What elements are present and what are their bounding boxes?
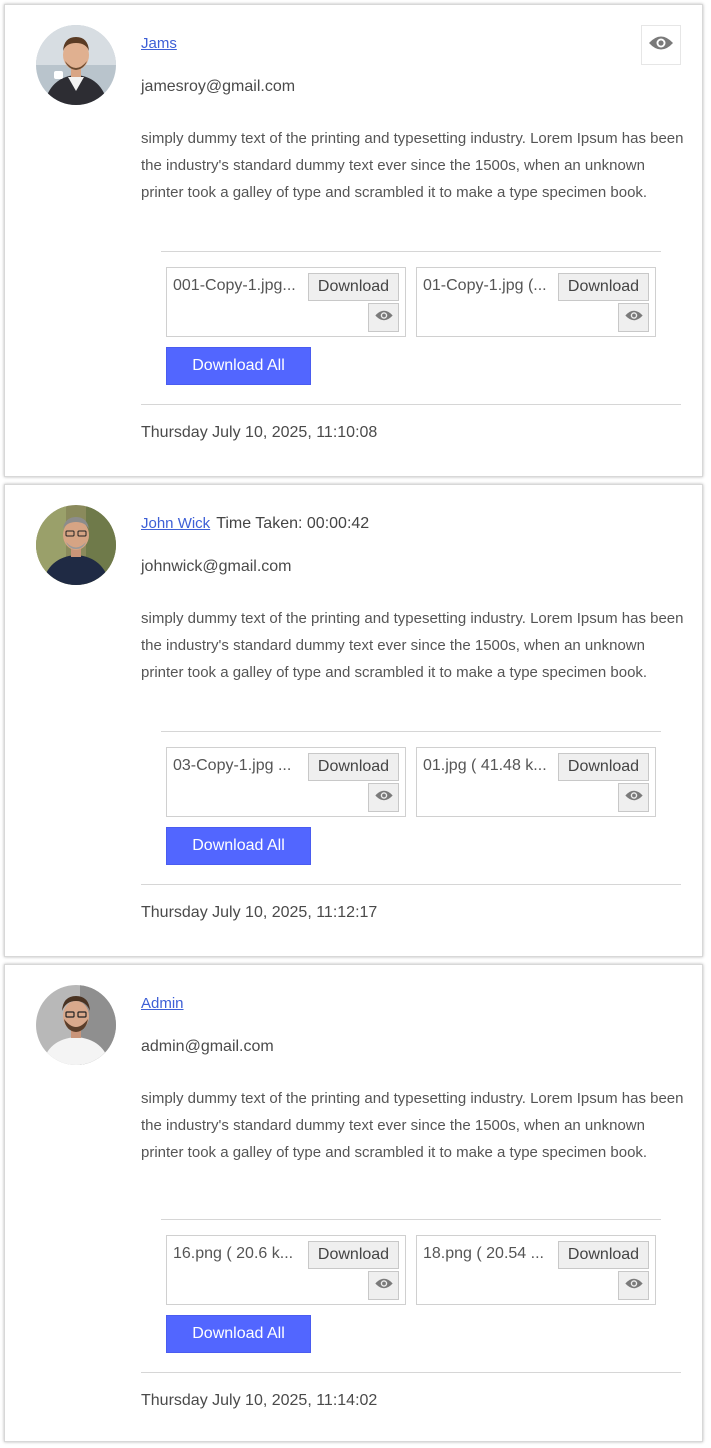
user-name-link[interactable]: Admin [141,995,184,1012]
attachment-name: 001-Copy-1.jpg... [173,277,296,294]
attachment-item: 01-Copy-1.jpg (... Download [416,267,656,337]
eye-icon [374,789,394,807]
user-email: johnwick@gmail.com [141,558,292,575]
name-row: Jams [141,35,177,57]
attachment-item: 16.png ( 20.6 k... Download [166,1235,406,1305]
attachment-item: 03-Copy-1.jpg ... Download [166,747,406,817]
download-all-button[interactable]: Download All [166,347,311,385]
post-description: simply dummy text of the printing and ty… [141,1090,684,1161]
post-description: simply dummy text of the printing and ty… [141,610,684,681]
preview-button[interactable] [368,783,399,812]
download-button[interactable]: Download [308,753,399,781]
download-button[interactable]: Download [558,1241,649,1269]
preview-button[interactable] [368,1271,399,1300]
divider [141,1372,681,1373]
download-button[interactable]: Download [308,273,399,301]
name-row: John Wick Time Taken: 00:00:42 [141,515,369,537]
name-row: Admin [141,995,184,1017]
avatar [36,505,116,585]
avatar [36,25,116,105]
preview-button[interactable] [618,303,649,332]
post-timestamp: Thursday July 10, 2025, 11:10:08 [141,424,378,441]
user-email: admin@gmail.com [141,1038,274,1055]
post-timestamp: Thursday July 10, 2025, 11:14:02 [141,1392,378,1409]
view-post-button[interactable] [641,25,681,65]
download-button[interactable]: Download [558,273,649,301]
avatar [36,985,116,1065]
attachment-name: 01.jpg ( 41.48 k... [423,757,547,774]
attachment-item: 001-Copy-1.jpg... Download [166,267,406,337]
user-email: jamesroy@gmail.com [141,78,296,95]
attachment-name: 18.png ( 20.54 ... [423,1245,544,1262]
attachment-item: 18.png ( 20.54 ... Download [416,1235,656,1305]
eye-icon [624,309,644,327]
download-all-button[interactable]: Download All [166,1315,311,1353]
time-taken-label: Time Taken: [216,515,303,532]
download-button[interactable]: Download [308,1241,399,1269]
download-button[interactable]: Download [558,753,649,781]
time-taken-value: 00:00:42 [306,515,370,532]
eye-icon [374,1277,394,1295]
divider [161,1219,661,1220]
divider [161,731,661,732]
divider [161,251,661,252]
attachment-name: 01-Copy-1.jpg (... [423,277,547,294]
divider [141,884,681,885]
attachment-name: 16.png ( 20.6 k... [173,1245,294,1262]
post-card: Admin admin@gmail.com simply dummy text … [4,964,703,1442]
eye-icon [624,1277,644,1295]
eye-icon [374,309,394,327]
preview-button[interactable] [618,1271,649,1300]
post-card: John Wick Time Taken: 00:00:42 johnwick@g… [4,484,703,957]
post-card: Jams jamesroy@gmail.com simply dummy tex… [4,4,703,477]
eye-icon [648,34,674,57]
user-name-link[interactable]: Jams [141,35,177,52]
divider [141,404,681,405]
attachment-name: 03-Copy-1.jpg ... [173,757,292,774]
post-description: simply dummy text of the printing and ty… [141,130,684,201]
download-all-button[interactable]: Download All [166,827,311,865]
time-taken: Time Taken: 00:00:42 [216,515,369,532]
post-timestamp: Thursday July 10, 2025, 11:12:17 [141,904,378,921]
attachment-item: 01.jpg ( 41.48 k... Download [416,747,656,817]
preview-button[interactable] [618,783,649,812]
eye-icon [624,789,644,807]
user-name-link[interactable]: John Wick [141,515,210,532]
preview-button[interactable] [368,303,399,332]
